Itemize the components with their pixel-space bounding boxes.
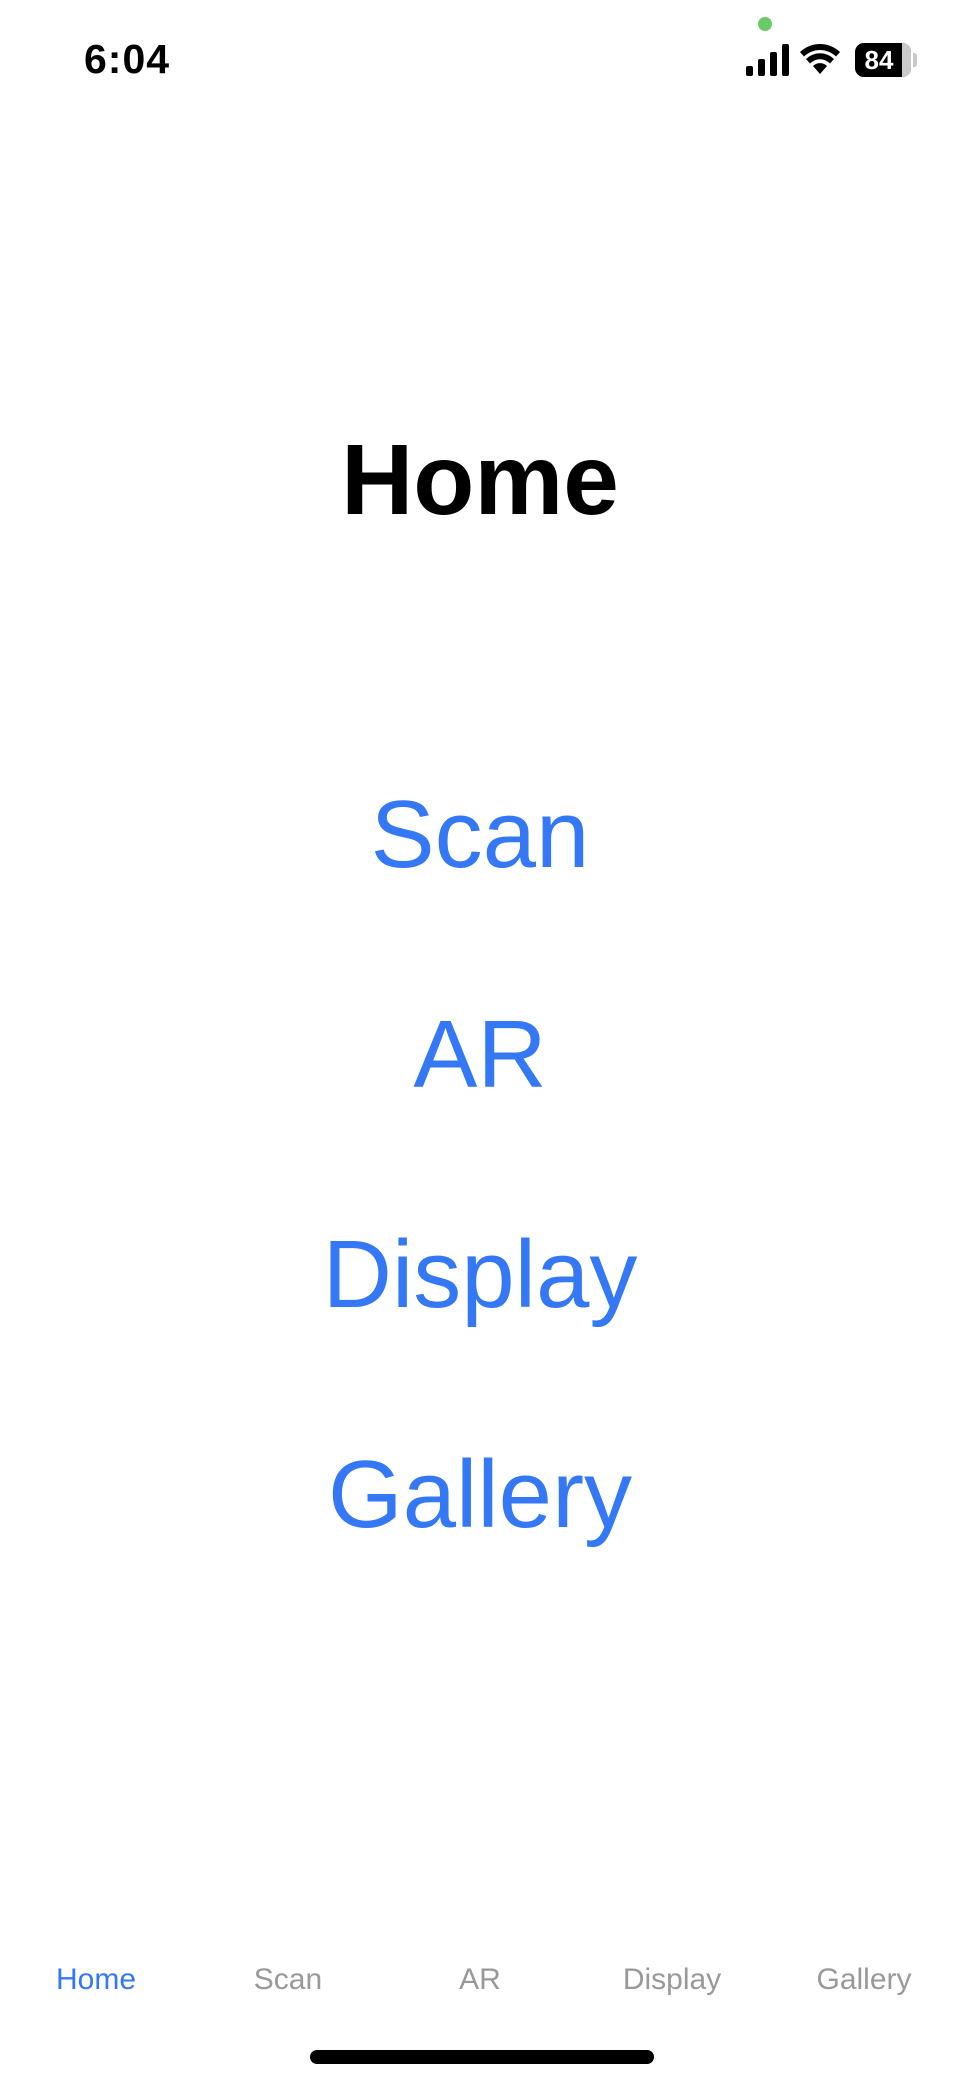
wifi-icon <box>800 44 840 74</box>
tab-ar[interactable]: AR <box>384 1950 576 2010</box>
page-title: Home <box>341 424 619 536</box>
status-bar: 6:04 84 <box>0 0 960 120</box>
gallery-link[interactable]: Gallery <box>0 1435 960 1555</box>
battery-nub <box>913 53 917 67</box>
battery-icon: 84 <box>855 43 911 77</box>
status-time: 6:04 <box>84 36 171 82</box>
tab-scan[interactable]: Scan <box>192 1950 384 2010</box>
tab-gallery[interactable]: Gallery <box>768 1950 960 2010</box>
tab-display[interactable]: Display <box>576 1950 768 2010</box>
home-indicator[interactable] <box>310 2050 654 2064</box>
ar-link[interactable]: AR <box>0 995 960 1115</box>
battery-empty-level <box>902 43 911 77</box>
battery-level-text: 84 <box>864 45 894 75</box>
privacy-indicator-dot <box>758 17 772 31</box>
scan-link[interactable]: Scan <box>0 775 960 895</box>
tab-bar: Home Scan AR Display Gallery <box>0 1950 960 2010</box>
display-link[interactable]: Display <box>0 1215 960 1335</box>
cellular-signal-icon <box>746 44 789 76</box>
tab-home[interactable]: Home <box>0 1950 192 2010</box>
